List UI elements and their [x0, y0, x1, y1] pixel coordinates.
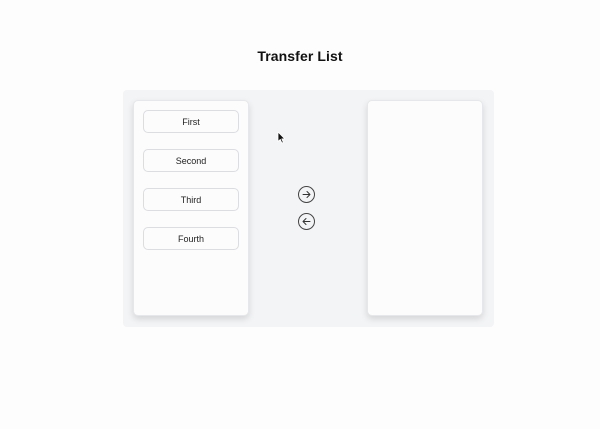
list-item[interactable]: Third	[143, 188, 239, 211]
arrow-left-icon	[302, 218, 311, 225]
move-right-button[interactable]	[298, 186, 315, 203]
move-left-button[interactable]	[298, 213, 315, 230]
list-item[interactable]: Fourth	[143, 227, 239, 250]
transfer-list-container: First Second Third Fourth	[123, 90, 494, 327]
page: Transfer List First Second Third Fourth	[0, 0, 600, 429]
left-list-panel: First Second Third Fourth	[133, 100, 249, 316]
mouse-pointer-icon	[277, 131, 286, 149]
list-item[interactable]: Second	[143, 149, 239, 172]
page-title: Transfer List	[257, 48, 343, 64]
right-list-panel	[367, 100, 483, 316]
arrow-right-icon	[302, 191, 311, 198]
list-item[interactable]: First	[143, 110, 239, 133]
